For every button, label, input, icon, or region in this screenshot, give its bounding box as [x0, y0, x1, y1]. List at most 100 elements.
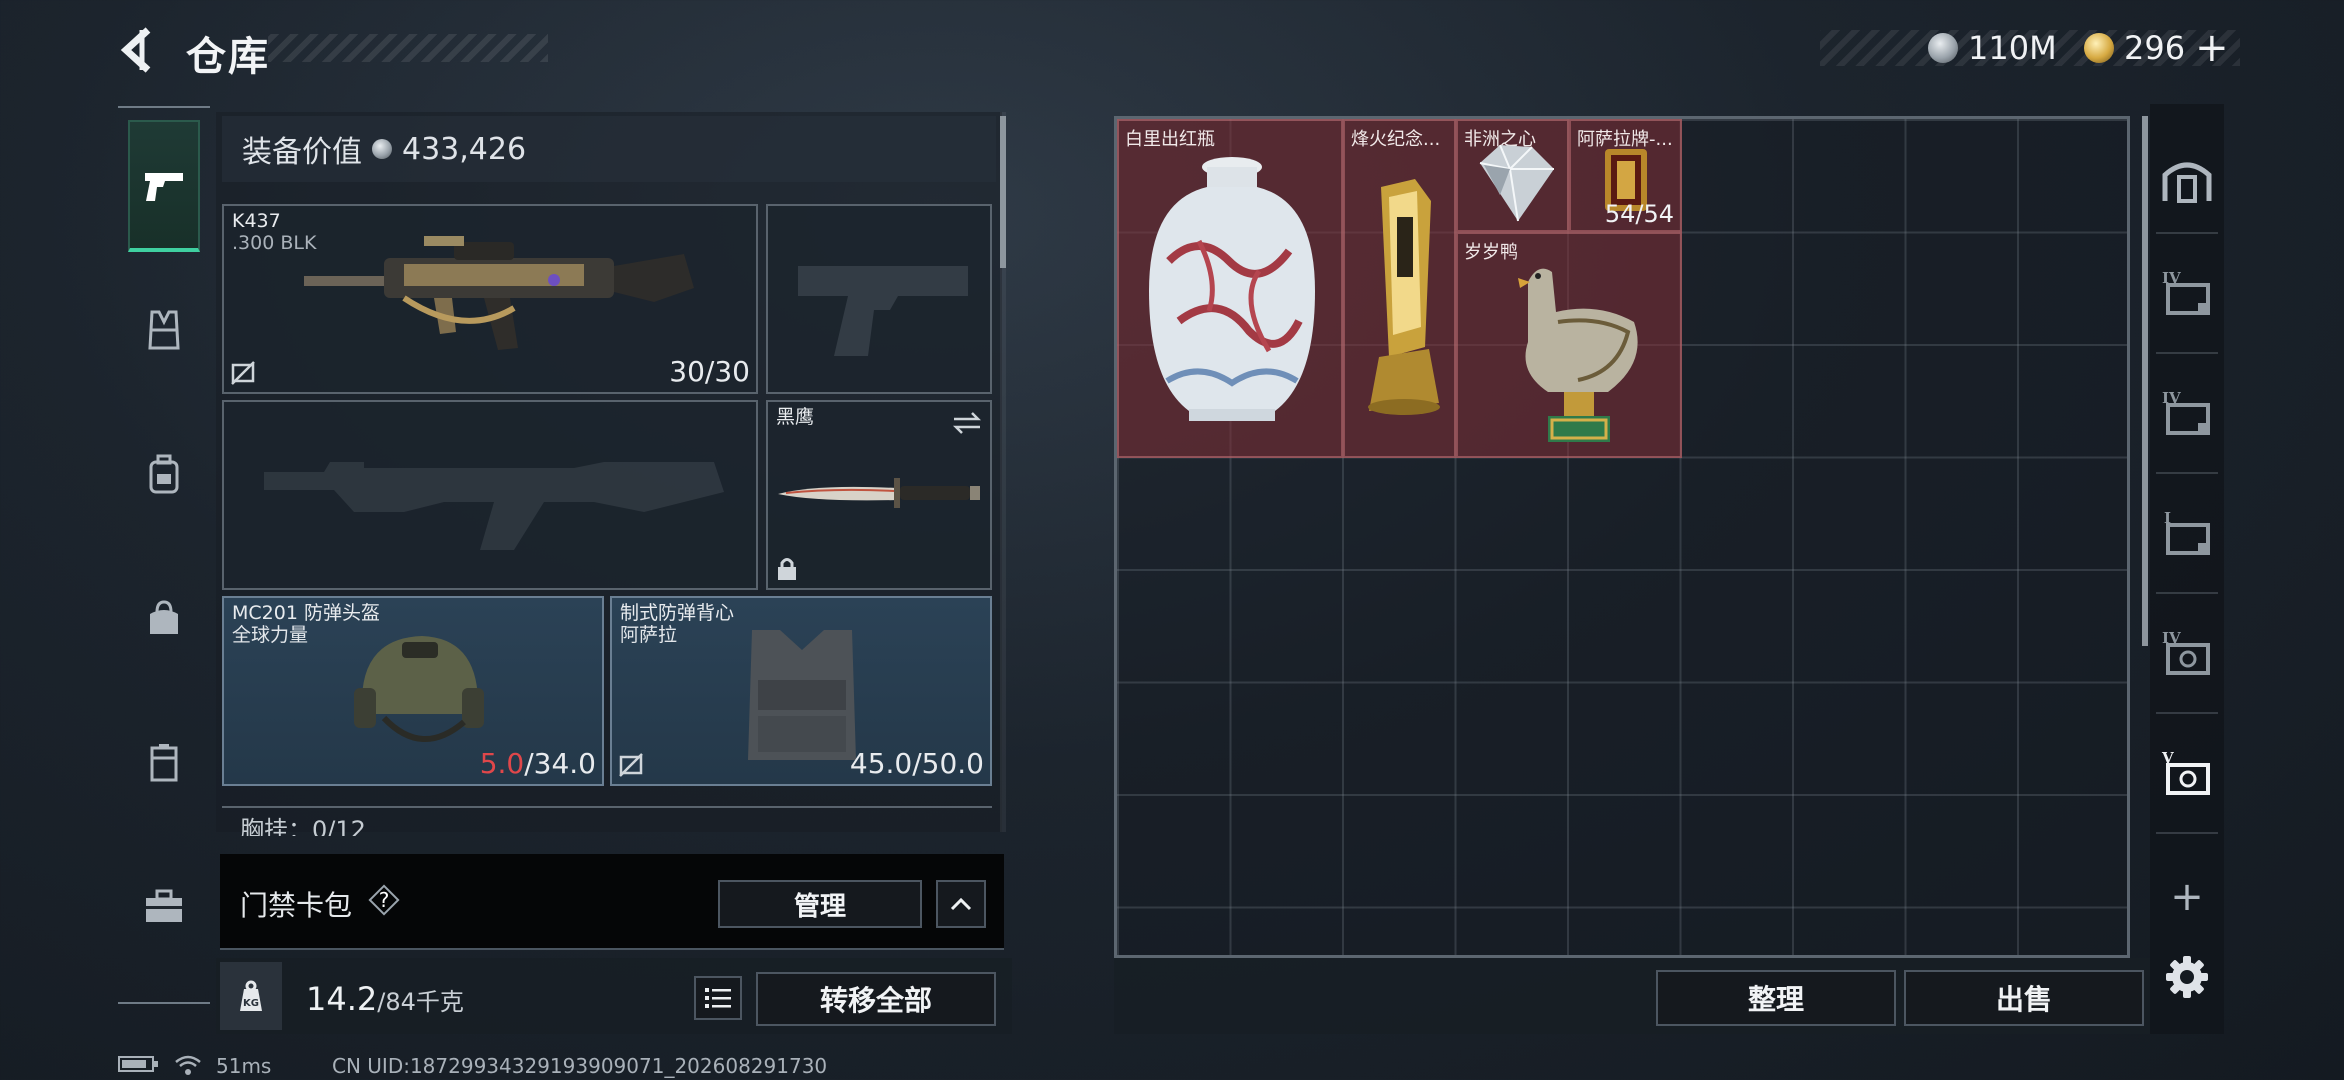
weight-max: /84千克	[377, 988, 464, 1016]
helmet-brand: 全球力量	[232, 624, 309, 646]
slot-armor[interactable]: 制式防弹背心 阿萨拉 45.0/50.0	[610, 596, 992, 786]
rifle-silhouette	[264, 462, 724, 550]
manage-button[interactable]: 管理	[718, 880, 922, 928]
rail-item-bag[interactable]	[128, 552, 200, 684]
slot-primary-weapon[interactable]: K437 .300 BLK 30/30	[222, 204, 758, 394]
page-title: 仓库	[186, 34, 270, 80]
svg-text:KG: KG	[243, 998, 259, 1009]
porcelain-vase-image	[1149, 157, 1315, 421]
storage-tab-home[interactable]	[2156, 150, 2218, 212]
chest-rig-label: 胸挂：0/12	[240, 816, 366, 836]
slot-secondary-weapon[interactable]	[222, 400, 758, 590]
storage-item[interactable]: 非洲之心	[1456, 119, 1569, 232]
backpack-icon	[149, 454, 179, 494]
diamond-heart-image	[1479, 144, 1554, 222]
rail-bottom-line	[118, 1002, 210, 1004]
rail-item-weapons[interactable]	[128, 120, 200, 252]
slot-helmet[interactable]: MC201 防弹头盔 全球力量 5.0/34.0	[222, 596, 604, 786]
knife-image	[778, 478, 980, 508]
no-insure-icon	[619, 753, 643, 777]
primary-ammo-count: 30/30	[669, 355, 750, 388]
melee-name: 黑鹰	[776, 406, 815, 428]
storage-tab-iv-b[interactable]: IV	[2156, 382, 2218, 444]
rail-separator	[2156, 832, 2218, 834]
help-mark: ?	[378, 888, 390, 912]
rail-separator	[2156, 712, 2218, 714]
equipment-value: 433,426	[402, 131, 527, 167]
storage-tab-i[interactable]: I	[2156, 502, 2218, 564]
equipment-value-row: 装备价值 433,426	[222, 116, 996, 182]
silver-coin-icon	[1928, 33, 1958, 63]
slot-melee[interactable]: 黑鹰	[766, 400, 992, 590]
pistol-icon	[145, 173, 183, 201]
toolbox-icon	[146, 889, 182, 922]
item-name: 白里出红瓶	[1125, 129, 1215, 150]
add-storage-button[interactable]: +	[2156, 866, 2218, 928]
help-icon[interactable]: ?	[366, 882, 402, 918]
equipment-scroll-thumb[interactable]	[1000, 116, 1006, 268]
slot-pistol[interactable]	[766, 204, 992, 394]
keycard-label: 门禁卡包	[240, 889, 353, 922]
add-gold-button[interactable]: +	[2195, 25, 2229, 71]
sort-button[interactable]: 整理	[1656, 970, 1896, 1026]
battery-indicator	[118, 1054, 160, 1079]
storage-iv-a-icon: IV	[2162, 269, 2210, 315]
transfer-all-button[interactable]: 转移全部	[756, 972, 996, 1026]
rail-separator	[2156, 592, 2218, 594]
weight-readout: 14.2/84千克	[306, 980, 464, 1018]
wifi-icon	[175, 1055, 201, 1075]
swap-icon[interactable]	[952, 410, 982, 436]
storage-tab-iv-c[interactable]: IV	[2156, 622, 2218, 684]
list-icon	[705, 988, 731, 1008]
chest-rig-row[interactable]: 胸挂：0/12	[222, 806, 992, 836]
rail-item-backpack[interactable]	[128, 408, 200, 540]
vest-icon	[148, 310, 180, 350]
keycard-row: 门禁卡包 ? 管理	[220, 854, 1004, 950]
sell-button[interactable]: 出售	[1904, 970, 2144, 1026]
storage-grid[interactable]: 白里出红瓶 烽火纪念... 非洲之心 阿萨拉牌-... 54/54 岁岁鸭	[1114, 116, 2130, 958]
armor-brand: 阿萨拉	[620, 624, 678, 646]
storage-tab-iv-a[interactable]: IV	[2156, 262, 2218, 324]
storage-home-icon	[2162, 162, 2212, 203]
primary-weapon-name: K437	[232, 210, 281, 232]
storage-scroll-thumb[interactable]	[2142, 116, 2148, 646]
storage-tab-v[interactable]: V	[2156, 742, 2218, 804]
gold-trophy-image	[1368, 179, 1440, 415]
expand-button[interactable]	[936, 880, 986, 928]
user-uid: CN UID:18729934329193909071_202608291730	[332, 1054, 828, 1078]
chevron-up-icon	[950, 897, 972, 911]
storage-item[interactable]: 阿萨拉牌-... 54/54	[1569, 119, 1682, 232]
weight-current: 14.2	[306, 980, 378, 1018]
rail-separator	[2156, 232, 2218, 234]
title-decoration	[268, 34, 548, 62]
back-button[interactable]	[112, 20, 172, 80]
storage-v-icon: V	[2161, 749, 2210, 795]
settings-button[interactable]	[2156, 946, 2218, 1008]
rail-item-container[interactable]	[128, 696, 200, 828]
storage-iv-b-icon: IV	[2162, 389, 2210, 435]
rail-item-toolbox[interactable]	[128, 840, 200, 972]
list-view-button[interactable]	[694, 976, 742, 1020]
storage-item[interactable]: 烽火纪念...	[1343, 119, 1456, 458]
storage-iv-c-icon: IV	[2162, 629, 2210, 675]
helmet-durability-current: 5.0	[479, 747, 525, 780]
silver-coin-icon	[372, 139, 392, 159]
case-icon	[150, 744, 178, 782]
bronze-duck-image	[1518, 268, 1638, 442]
gold-currency[interactable]: 296 +	[2084, 25, 2229, 71]
equipment-value-label: 装备价值	[242, 135, 362, 170]
gold-coin-icon	[2084, 33, 2114, 63]
gear-icon	[2166, 956, 2208, 998]
gold-amount: 296	[2124, 29, 2186, 67]
silver-currency: 110M	[1928, 26, 2057, 70]
rail-item-vest[interactable]	[128, 264, 200, 396]
helmet-durability-max: /34.0	[524, 747, 596, 780]
rifle-image	[304, 236, 694, 350]
storage-item[interactable]: 白里出红瓶	[1117, 119, 1343, 458]
kg-weight-icon: KG	[240, 980, 262, 1011]
back-arrow-icon	[120, 27, 151, 73]
weight-icon-box: KG	[220, 962, 282, 1030]
storage-i-icon: I	[2164, 509, 2210, 555]
item-name: 烽火纪念...	[1351, 129, 1441, 150]
storage-item[interactable]: 岁岁鸭	[1456, 232, 1682, 458]
